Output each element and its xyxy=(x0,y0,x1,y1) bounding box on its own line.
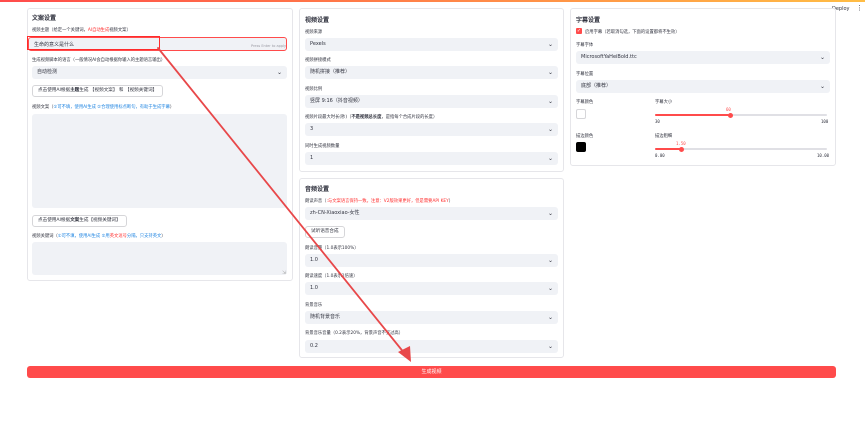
annotation-arrow xyxy=(157,47,411,362)
